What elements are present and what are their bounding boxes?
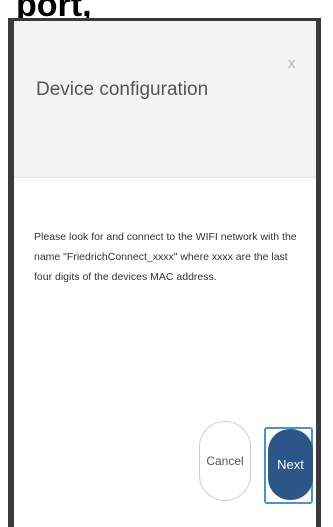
dialog-title: Device configuration — [36, 79, 209, 100]
dialog-instructions: Please look for and connect to the WIFI … — [34, 231, 297, 283]
next-button[interactable]: Next — [268, 429, 313, 500]
close-icon[interactable]: x — [288, 55, 296, 72]
dialog-header: Device configuration x — [14, 21, 316, 178]
device-configuration-dialog: Device configuration x Please look for a… — [14, 21, 316, 527]
cancel-button[interactable]: Cancel — [199, 421, 251, 501]
